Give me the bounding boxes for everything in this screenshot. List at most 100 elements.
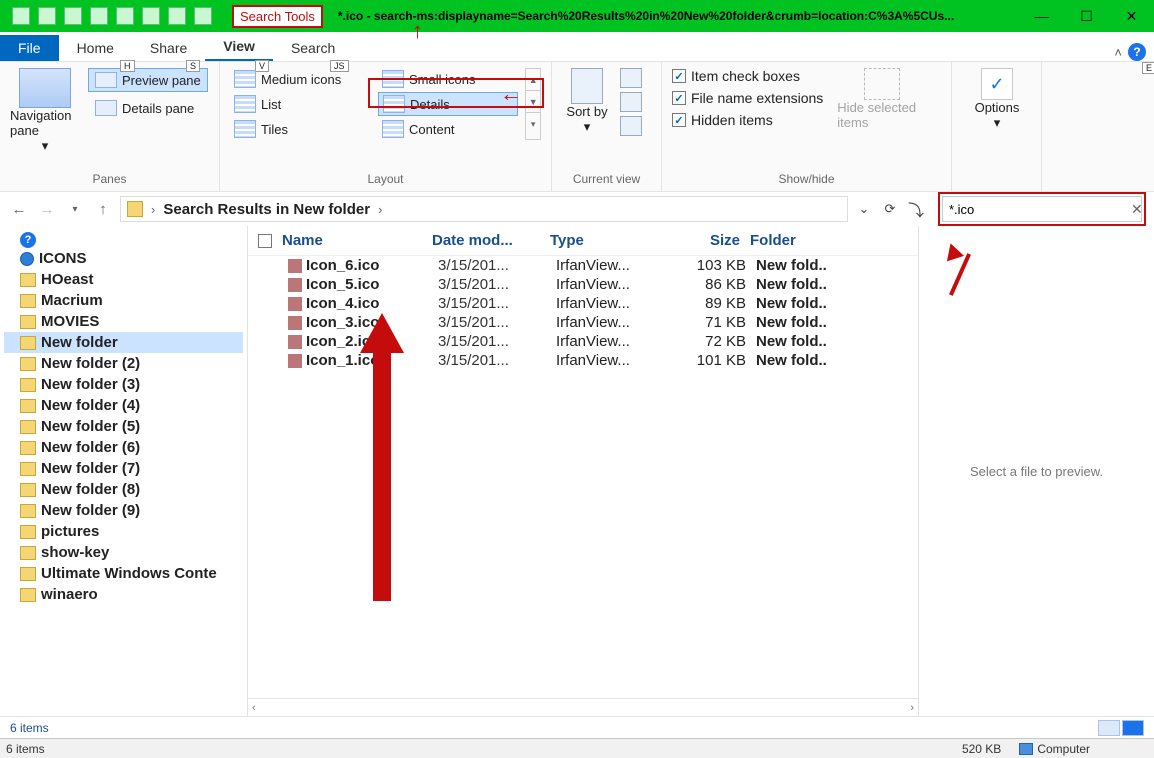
tree-item-new-folder-9-[interactable]: New folder (9) — [4, 500, 243, 521]
computer-label: Computer — [1037, 742, 1090, 756]
column-type[interactable]: Type — [550, 232, 672, 249]
back-button[interactable]: ← — [8, 198, 30, 220]
column-date[interactable]: Date mod... — [432, 232, 550, 249]
layout-small-icons[interactable]: Small icons — [378, 68, 518, 90]
column-size[interactable]: Size — [672, 232, 750, 249]
file-row[interactable]: Icon_2.ico3/15/201...IrfanView...72 KBNe… — [248, 332, 918, 351]
layout-details[interactable]: Details — [378, 92, 518, 116]
close-button[interactable]: ✕ — [1109, 0, 1154, 32]
layout-scroll-up-icon[interactable]: ▲ — [526, 69, 540, 91]
breadcrumb[interactable]: › Search Results in New folder › — [120, 196, 848, 222]
details-view-toggle-icon[interactable] — [1098, 720, 1120, 736]
forward-button[interactable]: → — [36, 198, 58, 220]
size-columns-icon[interactable] — [620, 116, 642, 136]
tree-item-label: Ultimate Windows Conte — [41, 565, 217, 582]
help-icon[interactable]: ? — [1128, 43, 1146, 61]
file-tab[interactable]: File — [0, 35, 59, 61]
qat-icon-1[interactable] — [12, 7, 30, 25]
options-icon: ✓ — [981, 68, 1013, 100]
tree-item-ultimate-windows-conte[interactable]: Ultimate Windows Conte — [4, 563, 243, 584]
tree-item-new-folder-3-[interactable]: New folder (3) — [4, 374, 243, 395]
horizontal-scrollbar[interactable]: ‹ › — [248, 698, 918, 716]
checkbox-file-name-extensions[interactable]: ✓File name extensions — [672, 90, 823, 106]
qat-icon-2[interactable] — [38, 7, 56, 25]
help-badge-icon[interactable]: ? — [20, 232, 36, 248]
qat-icon-6[interactable] — [142, 7, 160, 25]
layout-medium-icons[interactable]: Medium icons — [230, 68, 370, 90]
tree-item-new-folder-4-[interactable]: New folder (4) — [4, 395, 243, 416]
minimize-button[interactable]: — — [1019, 0, 1064, 32]
file-folder: New fold.. — [756, 257, 856, 274]
tree-item-new-folder-2-[interactable]: New folder (2) — [4, 353, 243, 374]
checkbox-label: File name extensions — [691, 90, 823, 106]
file-row[interactable]: Icon_1.ico3/15/201...IrfanView...101 KBN… — [248, 351, 918, 370]
column-folder[interactable]: Folder — [750, 232, 850, 249]
tree-item-new-folder-8-[interactable]: New folder (8) — [4, 479, 243, 500]
details-pane-button[interactable]: Details pane — [88, 96, 208, 120]
tree-item-pictures[interactable]: pictures — [4, 521, 243, 542]
search-input[interactable] — [949, 202, 1125, 217]
collapse-ribbon-icon[interactable]: ˄ — [1114, 45, 1122, 60]
chevron-right-icon[interactable]: › — [378, 202, 382, 217]
tree-item-new-folder-6-[interactable]: New folder (6) — [4, 437, 243, 458]
group-panes: Navigation pane ▾ Preview pane Details p… — [0, 62, 220, 191]
tree-item-hoeast[interactable]: HOeast — [4, 269, 243, 290]
tree-item-new-folder-7-[interactable]: New folder (7) — [4, 458, 243, 479]
folder-icon — [20, 336, 36, 350]
select-all-checkbox[interactable] — [258, 234, 272, 248]
scroll-left-icon[interactable]: ‹ — [252, 702, 256, 714]
layout-gallery-scroll[interactable]: ▲ ▼ ▾ — [525, 68, 541, 140]
layout-item-label: List — [261, 97, 281, 112]
tab-search[interactable]: Search — [273, 35, 353, 61]
column-name[interactable]: Name — [282, 232, 432, 249]
file-row[interactable]: Icon_5.ico3/15/201...IrfanView...86 KBNe… — [248, 275, 918, 294]
previous-locations-icon[interactable]: ⤵ — [906, 199, 926, 219]
folder-icon — [20, 567, 36, 581]
checkbox-hidden-items[interactable]: ✓Hidden items — [672, 112, 823, 128]
add-columns-icon[interactable] — [620, 92, 642, 112]
qat-icon-5[interactable] — [116, 7, 134, 25]
tree-item-winaero[interactable]: winaero — [4, 584, 243, 605]
recent-locations-icon[interactable]: ▾ — [64, 198, 86, 220]
sort-by-button[interactable]: Sort by ▾ — [562, 68, 612, 136]
tab-home[interactable]: Home — [59, 35, 132, 61]
qat-icon-3[interactable] — [64, 7, 82, 25]
layout-expand-icon[interactable]: ▾ — [526, 113, 540, 135]
up-button[interactable]: ↑ — [92, 198, 114, 220]
tab-share[interactable]: Share — [132, 35, 205, 61]
qat-icon-4[interactable] — [90, 7, 108, 25]
tree-item-movies[interactable]: MOVIES — [4, 311, 243, 332]
layout-content[interactable]: Content — [378, 118, 518, 140]
tab-view[interactable]: View — [205, 33, 273, 61]
options-button[interactable]: ✓ Options ▾ — [962, 68, 1032, 131]
tree-item-show-key[interactable]: show-key — [4, 542, 243, 563]
tree-item-label: MOVIES — [41, 313, 99, 330]
layout-scroll-down-icon[interactable]: ▼ — [526, 91, 540, 113]
qat-icon-7[interactable] — [168, 7, 186, 25]
qat-icon-8[interactable] — [194, 7, 212, 25]
navigation-tree[interactable]: ? ICONSHOeastMacriumMOVIESNew folderNew … — [0, 226, 248, 716]
layout-icon — [383, 95, 405, 113]
file-row[interactable]: Icon_4.ico3/15/201...IrfanView...89 KBNe… — [248, 294, 918, 313]
tree-item-macrium[interactable]: Macrium — [4, 290, 243, 311]
maximize-button[interactable]: ☐ — [1064, 0, 1109, 32]
breadcrumb-text[interactable]: Search Results in New folder — [163, 201, 370, 218]
group-options: ✓ Options ▾ — [952, 62, 1042, 191]
chevron-right-icon[interactable]: › — [151, 202, 155, 217]
scroll-right-icon[interactable]: › — [910, 702, 914, 714]
layout-list[interactable]: List — [230, 92, 370, 116]
file-row[interactable]: Icon_3.ico3/15/201...IrfanView...71 KBNe… — [248, 313, 918, 332]
tree-item-new-folder-5-[interactable]: New folder (5) — [4, 416, 243, 437]
checkbox-item-check-boxes[interactable]: ✓Item check boxes — [672, 68, 823, 84]
refresh-icon[interactable]: ⟳ — [880, 199, 900, 219]
refresh-dropdown-icon[interactable]: ⌄ — [854, 199, 874, 219]
search-box[interactable]: ✕ — [942, 196, 1142, 222]
tree-item-icons[interactable]: ICONS — [4, 248, 243, 269]
file-row[interactable]: Icon_6.ico3/15/201...IrfanView...103 KBN… — [248, 256, 918, 275]
group-by-icon[interactable] — [620, 68, 642, 88]
clear-search-icon[interactable]: ✕ — [1131, 201, 1143, 218]
navigation-pane-button[interactable]: Navigation pane ▾ — [10, 68, 80, 154]
layout-tiles[interactable]: Tiles — [230, 118, 370, 140]
thumbnails-view-toggle-icon[interactable] — [1122, 720, 1144, 736]
tree-item-new-folder[interactable]: New folder — [4, 332, 243, 353]
